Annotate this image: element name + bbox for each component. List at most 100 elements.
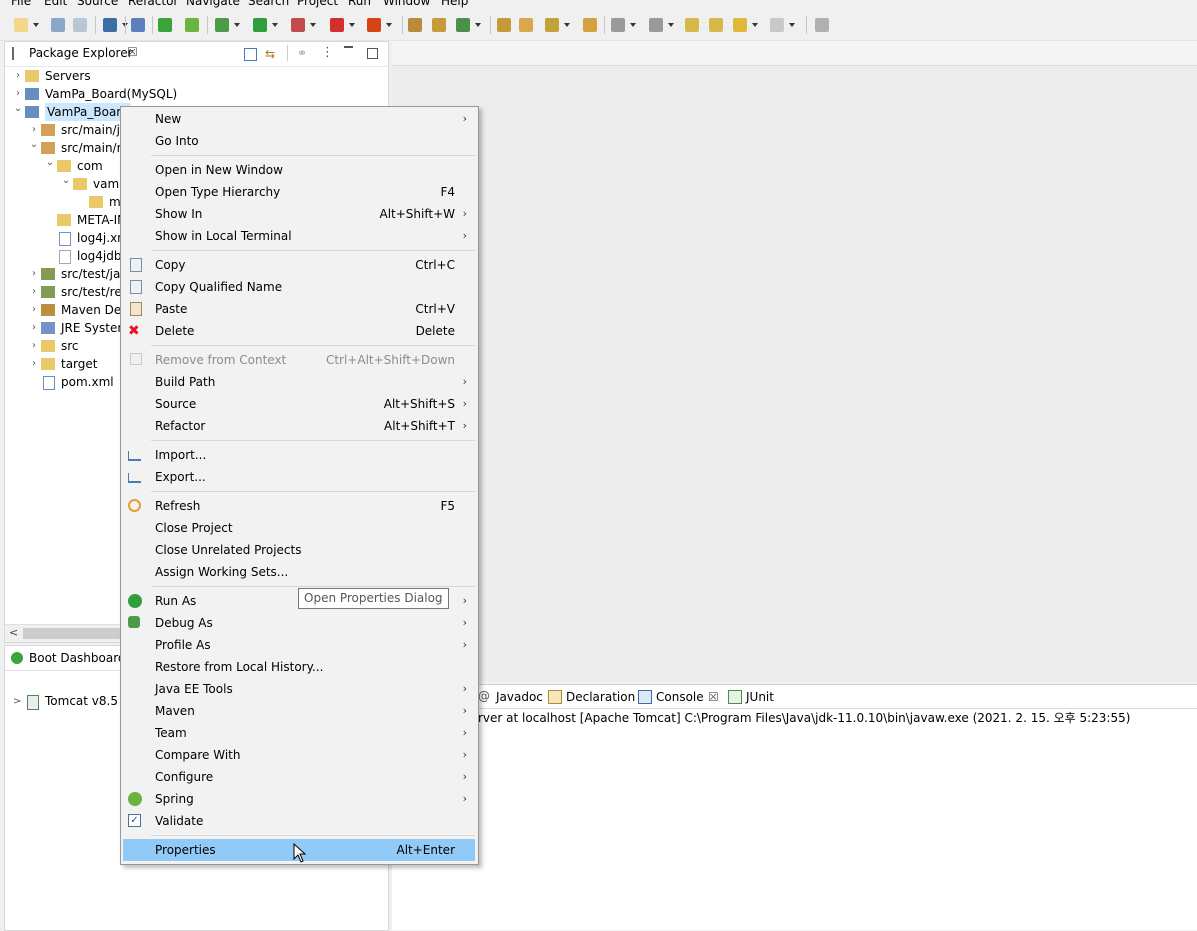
chevron-right-icon[interactable]: › <box>29 283 39 301</box>
menu-item-build-path[interactable]: Build Path › <box>123 371 475 393</box>
menu-item-go-into[interactable]: Go Into <box>123 130 475 152</box>
dropdown-arrow-icon[interactable] <box>630 23 636 27</box>
menu-item-validate[interactable]: ✓ Validate <box>123 810 475 832</box>
menu-file[interactable]: File <box>11 0 31 8</box>
link-with-editor-icon[interactable]: ⇆ <box>265 47 275 61</box>
menu-search[interactable]: Search <box>248 0 289 8</box>
open-perspective-icon[interactable] <box>583 18 597 32</box>
menu-item-show-in-local-terminal[interactable]: Show in Local Terminal › <box>123 225 475 247</box>
menu-window[interactable]: Window <box>383 0 430 8</box>
chevron-right-icon[interactable]: › <box>13 67 23 85</box>
menu-item-maven[interactable]: Maven › <box>123 700 475 722</box>
chevron-right-icon[interactable]: › <box>29 265 39 283</box>
menu-item-refactor[interactable]: Refactor Alt+Shift+T › <box>123 415 475 437</box>
chevron-right-icon[interactable]: › <box>29 355 39 373</box>
menu-item-show-in[interactable]: Show In Alt+Shift+W › <box>123 203 475 225</box>
dropdown-arrow-icon[interactable] <box>33 23 39 27</box>
search-icon[interactable] <box>545 18 559 32</box>
menu-item-export[interactable]: Export... <box>123 466 475 488</box>
close-view-icon[interactable]: ☒ <box>127 45 138 59</box>
expand-server-icon[interactable]: > <box>13 696 21 707</box>
next-edit-icon[interactable] <box>709 18 723 32</box>
menu-item-open-in-new-window[interactable]: Open in New Window <box>123 159 475 181</box>
menu-help[interactable]: Help <box>441 0 468 8</box>
save-all-icon[interactable] <box>73 18 87 32</box>
menu-item-new[interactable]: New › <box>123 108 475 130</box>
tree-item[interactable]: › VamPa_Board(MySQL) <box>5 85 388 103</box>
menu-item-open-type-hierarchy[interactable]: Open Type Hierarchy F4 <box>123 181 475 203</box>
stop-icon[interactable] <box>330 18 344 32</box>
dropdown-arrow-icon[interactable] <box>564 23 570 27</box>
menu-item-profile-as[interactable]: Profile As › <box>123 634 475 656</box>
dropdown-arrow-icon[interactable] <box>272 23 278 27</box>
dropdown-arrow-icon[interactable] <box>789 23 795 27</box>
menu-item-copy[interactable]: Copy Ctrl+C <box>123 254 475 276</box>
new-icon[interactable] <box>14 18 28 32</box>
open-type-icon[interactable] <box>497 18 511 32</box>
menu-item-configure[interactable]: Configure › <box>123 766 475 788</box>
menu-item-close-project[interactable]: Close Project <box>123 517 475 539</box>
menu-item-refresh[interactable]: Refresh F5 <box>123 495 475 517</box>
skip-breakpoints-icon[interactable] <box>131 18 145 32</box>
pin-editor-icon[interactable] <box>815 18 829 32</box>
last-edit-icon[interactable] <box>685 18 699 32</box>
menu-item-assign-working-sets[interactable]: Assign Working Sets... <box>123 561 475 583</box>
new-class-icon[interactable] <box>456 18 470 32</box>
dropdown-arrow-icon[interactable] <box>310 23 316 27</box>
new-package-icon[interactable] <box>432 18 446 32</box>
menu-item-restore-from-local-history[interactable]: Restore from Local History... <box>123 656 475 678</box>
menu-item-close-unrelated-projects[interactable]: Close Unrelated Projects <box>123 539 475 561</box>
spring-boot-icon[interactable] <box>158 18 172 32</box>
minimize-icon[interactable] <box>344 46 353 49</box>
scroll-left-icon[interactable]: < <box>9 626 18 639</box>
menu-navigate[interactable]: Navigate <box>186 0 240 8</box>
dropdown-arrow-icon[interactable] <box>386 23 392 27</box>
menu-item-debug-as[interactable]: Debug As › <box>123 612 475 634</box>
chevron-down-icon[interactable]: ⌄ <box>29 136 39 154</box>
dropdown-arrow-icon[interactable] <box>234 23 240 27</box>
spring-icon[interactable] <box>185 18 199 32</box>
run-server-icon[interactable] <box>291 18 305 32</box>
chevron-right-icon[interactable]: › <box>29 301 39 319</box>
next-annotation-icon[interactable] <box>611 18 625 32</box>
dropdown-arrow-icon[interactable] <box>349 23 355 27</box>
close-tab-icon[interactable]: ☒ <box>708 686 719 708</box>
menu-item-copy-qualified-name[interactable]: Copy Qualified Name <box>123 276 475 298</box>
debug-icon[interactable] <box>215 18 229 32</box>
menu-refactor[interactable]: Refactor <box>128 0 178 8</box>
save-icon[interactable] <box>51 18 65 32</box>
menu-source[interactable]: Source <box>77 0 118 8</box>
boot-dashboard-title[interactable]: Boot Dashboard <box>29 651 126 665</box>
tomcat-server-item[interactable]: Tomcat v8.5 S <box>45 694 129 708</box>
chevron-right-icon[interactable]: › <box>29 337 39 355</box>
chevron-right-icon[interactable]: › <box>29 319 39 337</box>
dropdown-arrow-icon[interactable] <box>475 23 481 27</box>
collapse-all-icon[interactable] <box>244 48 257 61</box>
new-java-project-icon[interactable] <box>408 18 422 32</box>
chevron-down-icon[interactable]: ⌄ <box>61 172 71 190</box>
terminal-icon[interactable] <box>103 18 117 32</box>
filter-icon[interactable]: ⚭ <box>297 46 307 60</box>
menu-run[interactable]: Run <box>348 0 371 8</box>
tree-item[interactable]: › Servers <box>5 67 388 85</box>
menu-item-team[interactable]: Team › <box>123 722 475 744</box>
open-task-icon[interactable] <box>519 18 533 32</box>
scrollbar-thumb[interactable] <box>23 628 123 639</box>
menu-edit[interactable]: Edit <box>44 0 67 8</box>
chevron-down-icon[interactable]: ⌄ <box>45 154 55 172</box>
chevron-down-icon[interactable]: ⌄ <box>13 100 23 118</box>
menu-item-paste[interactable]: Paste Ctrl+V <box>123 298 475 320</box>
prev-annotation-icon[interactable] <box>649 18 663 32</box>
menu-project[interactable]: Project <box>297 0 338 8</box>
menu-item-spring[interactable]: Spring › <box>123 788 475 810</box>
dropdown-arrow-icon[interactable] <box>752 23 758 27</box>
run-icon[interactable] <box>253 18 267 32</box>
menu-item-compare-with[interactable]: Compare With › <box>123 744 475 766</box>
menu-item-import[interactable]: Import... <box>123 444 475 466</box>
menu-item-source[interactable]: Source Alt+Shift+S › <box>123 393 475 415</box>
view-menu-icon[interactable]: ⋮ <box>321 45 334 60</box>
back-icon[interactable] <box>733 18 747 32</box>
menu-item-delete[interactable]: ✖ Delete Delete <box>123 320 475 342</box>
maximize-icon[interactable] <box>367 48 378 59</box>
forward-icon[interactable] <box>770 18 784 32</box>
